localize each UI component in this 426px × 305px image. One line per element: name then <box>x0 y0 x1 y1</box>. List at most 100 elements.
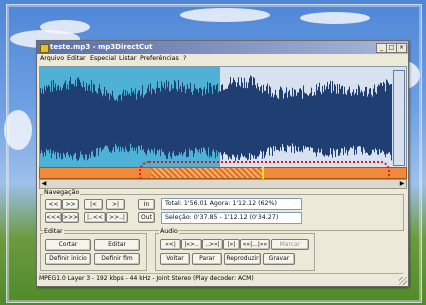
stop-button[interactable]: Parar <box>192 253 222 265</box>
waveform-sample <box>261 85 262 152</box>
waveform-sample <box>293 96 294 147</box>
nav-seek-end-button[interactable]: >>..| <box>106 212 128 223</box>
waveform-sample <box>103 94 104 149</box>
nav-fast-forward-button[interactable]: >>> <box>62 212 79 223</box>
waveform-sample <box>275 89 276 147</box>
out-button[interactable]: Out <box>138 212 155 223</box>
waveform-sample <box>285 92 286 152</box>
waveform-sample <box>379 85 380 150</box>
waveform-sample <box>101 92 102 152</box>
waveform-sample <box>362 92 363 155</box>
menu-arquivo[interactable]: Arquivo <box>40 54 64 64</box>
title-bar[interactable]: teste.mp3 - mp3DirectCut _ □ × <box>37 41 408 54</box>
nav-fast-back-button[interactable]: <<< <box>45 212 62 223</box>
waveform-sample <box>70 76 71 155</box>
waveform-sample <box>364 91 365 150</box>
nav-forward-button[interactable]: >> <box>62 199 79 210</box>
waveform-sample <box>76 86 77 159</box>
waveform-sample <box>120 94 121 147</box>
waveform-sample <box>271 96 272 149</box>
waveform-sample <box>153 89 154 153</box>
scroll-left-icon[interactable]: ◀ <box>40 180 48 188</box>
waveform-sample <box>385 91 386 158</box>
waveform-sample <box>325 89 326 155</box>
waveform-sample <box>377 86 378 155</box>
waveform-sample <box>281 87 282 151</box>
horizontal-scrollbar[interactable]: ◀ ▶ <box>39 179 407 189</box>
mark-button[interactable]: Marcar <box>271 239 309 250</box>
waveform-sample <box>288 91 289 147</box>
set-end-button[interactable]: Definir fim <box>94 253 140 265</box>
waveform-sample <box>341 86 342 149</box>
in-button[interactable]: In <box>138 199 155 210</box>
waveform-sample <box>208 92 209 148</box>
audio-prev-button[interactable]: «<| <box>160 239 181 250</box>
waveform-sample <box>227 88 228 156</box>
waveform-sample <box>56 90 57 160</box>
waveform-sample <box>312 95 313 148</box>
cut-button[interactable]: Cortar <box>45 239 91 251</box>
waveform-sample <box>113 97 114 147</box>
waveform-sample <box>324 84 325 157</box>
nav-back-button[interactable]: << <box>45 199 62 210</box>
waveform-sample <box>121 100 122 152</box>
set-start-button[interactable]: Definir início <box>45 253 91 265</box>
menu-editar[interactable]: Editar <box>67 54 86 64</box>
waveform-sample <box>378 84 379 155</box>
waveform-sample <box>307 94 308 148</box>
audio-play-marker-button[interactable]: |»| <box>223 239 240 250</box>
waveform-sample <box>65 80 66 158</box>
nav-start-button[interactable]: |< <box>84 199 103 210</box>
waveform-sample <box>117 101 118 149</box>
scroll-right-icon[interactable]: ▶ <box>398 180 406 188</box>
waveform-sample <box>367 96 368 153</box>
waveform-sample <box>51 80 52 159</box>
waveform-sample <box>291 96 292 153</box>
waveform-sample <box>177 91 178 157</box>
waveform-sample <box>319 82 320 153</box>
resize-grip-icon[interactable] <box>399 277 407 285</box>
waveform-sample <box>161 81 162 150</box>
waveform-sample <box>381 83 382 153</box>
waveform-sample <box>66 88 67 153</box>
audio-play-around-button[interactable]: «»|...|»» <box>240 239 270 250</box>
waveform-sample <box>163 88 164 152</box>
waveform-sample <box>358 84 359 147</box>
waveform-sample <box>160 91 161 157</box>
waveform-sample <box>236 86 237 158</box>
nav-end-button[interactable]: >| <box>106 199 125 210</box>
waveform-sample <box>309 93 310 151</box>
nav-seek-start-button[interactable]: |..<< <box>84 212 106 223</box>
menu-bar: Arquivo Editar Especial Listar Preferênc… <box>37 54 408 64</box>
menu-listar[interactable]: Listar <box>119 54 136 64</box>
waveform-sample <box>351 95 352 148</box>
audio-play-to-button[interactable]: ..>»| <box>202 239 223 250</box>
waveform-sample <box>130 95 131 144</box>
menu-help[interactable]: ? <box>183 54 186 64</box>
waveform-sample <box>146 92 147 156</box>
waveform-sample <box>297 92 298 152</box>
waveform-sample <box>225 88 226 155</box>
waveform-sample <box>328 89 329 157</box>
waveform-sample <box>50 91 51 149</box>
close-button[interactable]: × <box>396 43 407 53</box>
waveform-sample <box>176 89 177 155</box>
waveform-sample <box>88 85 89 159</box>
waveform-sample <box>238 77 239 160</box>
audio-play-from-button[interactable]: |»>.. <box>181 239 202 250</box>
waveform-sample <box>200 87 201 154</box>
waveform-sample <box>327 81 328 156</box>
waveform-sample <box>242 82 243 156</box>
record-button[interactable]: Gravar <box>263 253 295 265</box>
end-marker <box>393 70 405 166</box>
back-button[interactable]: Voltar <box>160 253 190 265</box>
play-button[interactable]: Reproduzir <box>224 253 261 265</box>
waveform-sample <box>86 83 87 155</box>
menu-especial[interactable]: Especial <box>90 54 116 64</box>
waveform-sample <box>388 82 389 153</box>
waveform-sample <box>244 77 245 156</box>
menu-preferencias[interactable]: Preferências <box>140 54 179 64</box>
edit-button[interactable]: Editar <box>94 239 140 251</box>
waveform-view[interactable] <box>39 66 407 168</box>
waveform-sample <box>150 83 151 153</box>
